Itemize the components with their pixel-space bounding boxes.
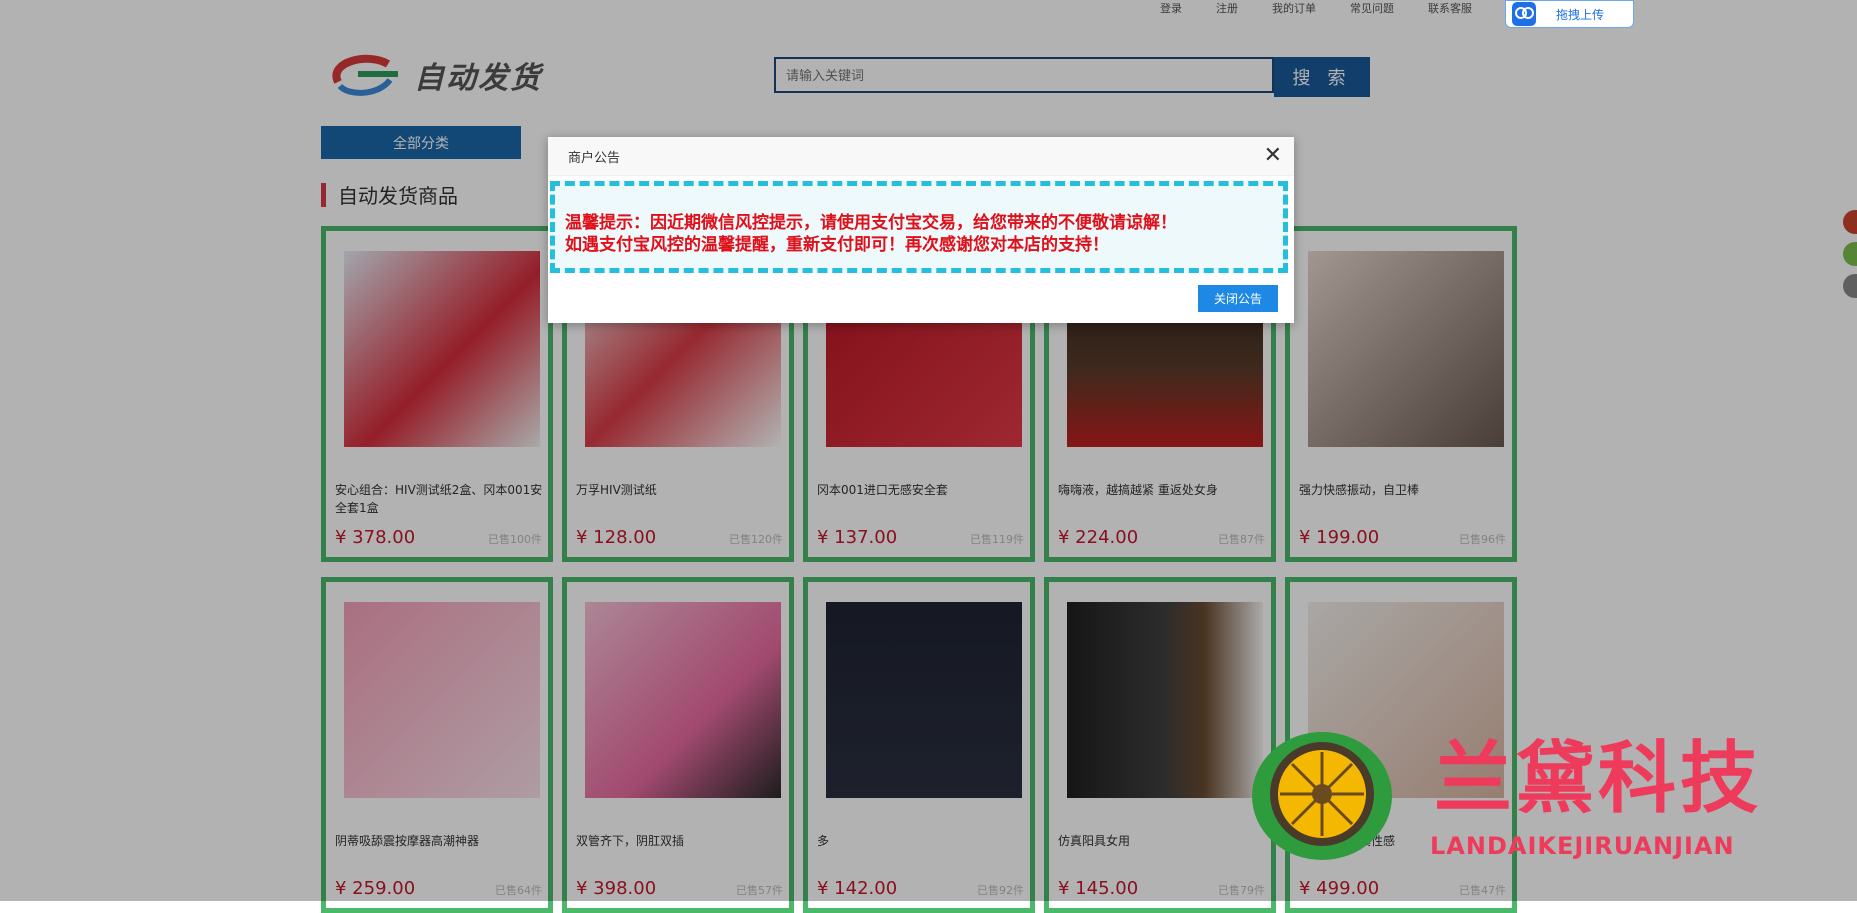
modal-header: 商户公告 ✕ [548, 137, 1294, 176]
notice-line-1: 温馨提示：因近期微信风控提示，请使用支付宝交易，给您带来的不便敬请谅解！ [565, 213, 1177, 233]
close-icon[interactable]: ✕ [1264, 143, 1282, 168]
drag-upload-label: 拖拽上传 [1556, 7, 1605, 22]
watermark: 兰黛科技 LANDAIKEJIRUANJIAN [1232, 706, 1844, 886]
modal-title: 商户公告 [568, 150, 621, 166]
announcement-modal: 商户公告 ✕ 温馨提示：因近期微信风控提示，请使用支付宝交易，给您带来的不便敬请… [548, 137, 1294, 323]
cloud-upload-icon [1512, 2, 1536, 26]
close-announcement-button[interactable]: 关闭公告 [1198, 285, 1278, 312]
shop-page: 登录 注册 我的订单 常见问题 联系客服 自动发货 搜 索 全部分类 自动发货商… [0, 0, 1857, 913]
watermark-title: 兰黛科技 [1434, 734, 1763, 824]
notice-box: 温馨提示：因近期微信风控提示，请使用支付宝交易，给您带来的不便敬请谅解！ 如遇支… [550, 181, 1288, 273]
watermark-subtitle: LANDAIKEJIRUANJIAN [1430, 832, 1735, 860]
sunflower-logo-icon [1252, 732, 1392, 860]
drag-upload-chip[interactable]: 拖拽上传 [1505, 0, 1634, 28]
notice-line-2: 如遇支付宝风控的温馨提醒，重新支付即可！再次感谢您对本店的支持！ [565, 235, 1109, 255]
